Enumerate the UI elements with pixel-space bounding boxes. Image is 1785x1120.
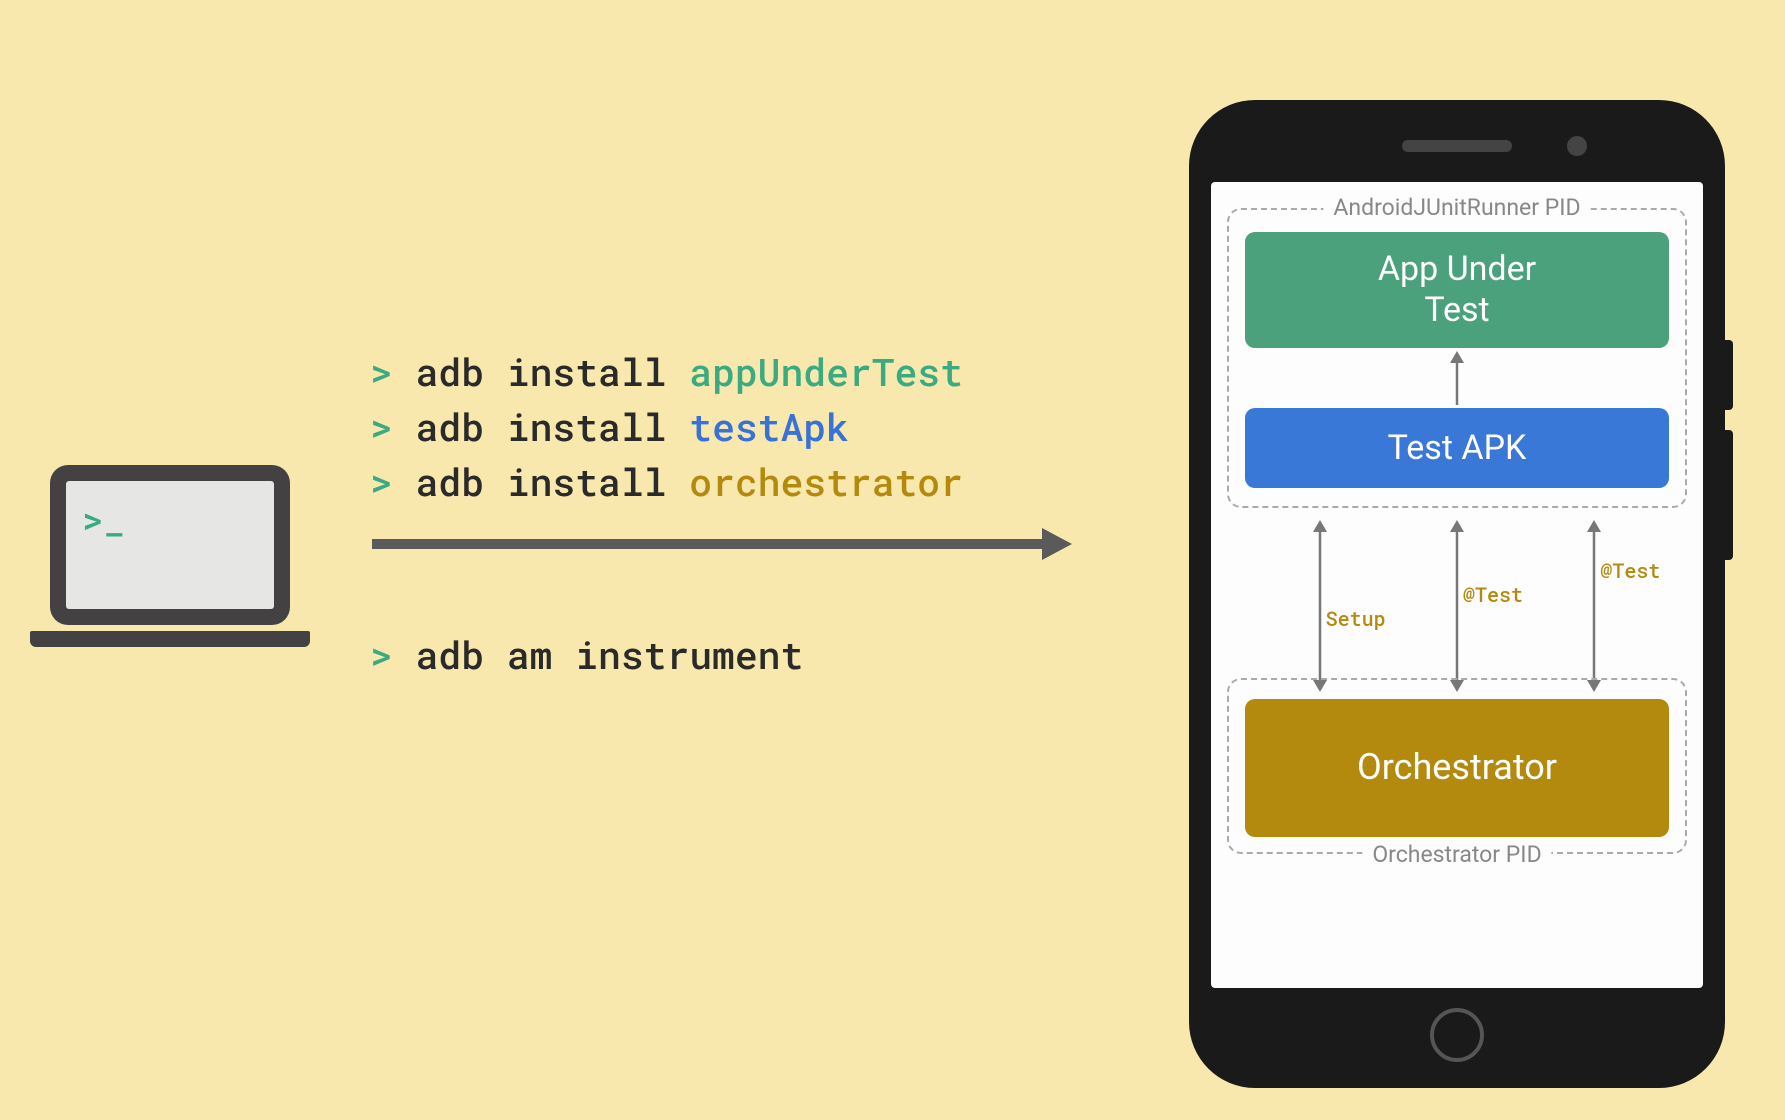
- arrow-label: Setup: [1326, 606, 1386, 632]
- prompt: >: [370, 457, 416, 507]
- laptop-screen: >_: [66, 481, 274, 609]
- pid-label-bottom: Orchestrator PID: [1362, 841, 1551, 868]
- arrow-label: @Test: [1600, 558, 1660, 584]
- flow-arrow-icon: [372, 526, 1072, 562]
- cmd-text: adb install: [416, 402, 690, 452]
- arrow-test-2: @Test: [1539, 520, 1649, 692]
- phone-side-button-icon: [1725, 430, 1733, 560]
- laptop-prompt: >_: [82, 495, 125, 543]
- phone-speaker-icon: [1402, 140, 1512, 152]
- laptop-base: [30, 631, 310, 647]
- cmd-line-1: > adb install appUnderTest: [370, 345, 963, 400]
- laptop-bezel: >_: [50, 465, 290, 625]
- cmd-arg: testApk: [689, 402, 849, 452]
- prompt: >: [370, 630, 416, 680]
- arrow-bidirectional-icon: [1584, 520, 1604, 692]
- app-under-test-box: App Under Test: [1245, 232, 1669, 348]
- arrow-test-1: @Test: [1402, 520, 1512, 692]
- cmd-line-4: > adb am instrument: [370, 628, 963, 683]
- cmd-line-2: > adb install testApk: [370, 400, 963, 455]
- orchestrator-pid-group: Orchestrator Orchestrator PID: [1227, 678, 1687, 854]
- prompt: >: [370, 347, 416, 397]
- cmd-arg: orchestrator: [689, 457, 963, 507]
- phone-device: AndroidJUnitRunner PID App Under Test Te…: [1189, 100, 1725, 1088]
- orchestrator-label: Orchestrator: [1357, 746, 1557, 789]
- test-apk-box: Test APK: [1245, 408, 1669, 488]
- orchestrator-box: Orchestrator: [1245, 699, 1669, 837]
- arrow-setup: Setup: [1265, 520, 1375, 692]
- cmd-arg: appUnderTest: [689, 347, 963, 397]
- cmd-text: adb install: [416, 457, 690, 507]
- androidjunitrunner-pid-group: AndroidJUnitRunner PID App Under Test Te…: [1227, 208, 1687, 508]
- cmd-line-3: > adb install orchestrator: [370, 455, 963, 510]
- laptop-icon: >_: [30, 465, 310, 647]
- command-list: > adb install appUnderTest > adb install…: [370, 345, 963, 683]
- app-under-test-label: App Under Test: [1378, 249, 1536, 331]
- inner-arrow: [1245, 351, 1669, 405]
- pid-label-top: AndroidJUnitRunner PID: [1323, 194, 1590, 221]
- cmd-text: adb install: [416, 347, 690, 397]
- cmd-text: adb am instrument: [416, 630, 804, 680]
- phone-side-button-icon: [1725, 340, 1733, 410]
- arrow-label: @Test: [1463, 582, 1523, 608]
- phone-screen: AndroidJUnitRunner PID App Under Test Te…: [1211, 182, 1703, 988]
- test-apk-label: Test APK: [1388, 428, 1527, 469]
- phone-camera-icon: [1567, 136, 1587, 156]
- arrow-up-icon: [1447, 351, 1467, 405]
- orchestrator-arrows: Setup @Test @Test: [1211, 520, 1703, 692]
- phone-home-button-icon: [1430, 1008, 1484, 1062]
- prompt: >: [370, 402, 416, 452]
